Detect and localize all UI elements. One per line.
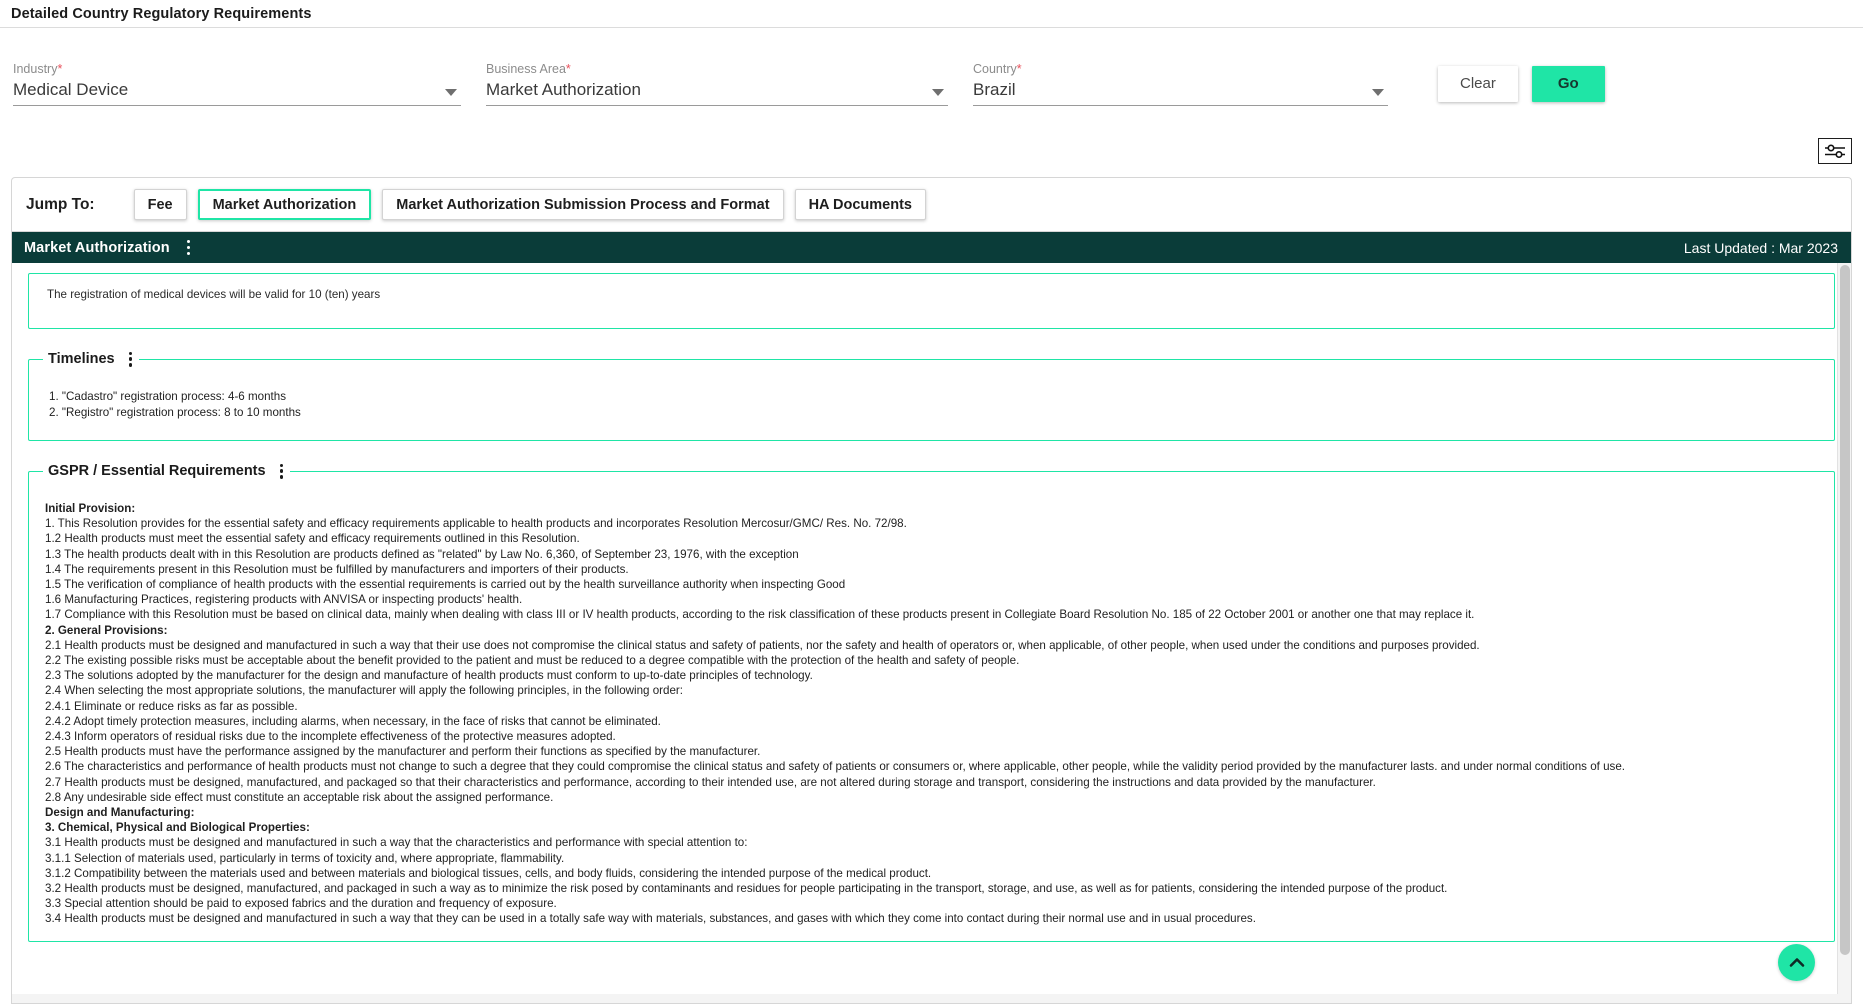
gspr-line: 3. Chemical, Physical and Biological Pro…	[43, 820, 1820, 835]
timeline-line: 2. "Registro" registration process: 8 to…	[47, 405, 1820, 421]
gspr-line: 2.4.2 Adopt timely protection measures, …	[43, 714, 1820, 729]
gspr-line: 2.4 When selecting the most appropriate …	[43, 683, 1820, 698]
gspr-line: 1. This Resolution provides for the esse…	[43, 516, 1820, 531]
gspr-line: 1.3 The health products dealt with in th…	[43, 547, 1820, 562]
jump-to-label: Jump To:	[26, 196, 95, 214]
industry-value: Medical Device	[13, 78, 461, 101]
country-value: Brazil	[973, 78, 1388, 101]
gspr-line: 2.2 The existing possible risks must be …	[43, 653, 1820, 668]
jump-tab-submission-process[interactable]: Market Authorization Submission Process …	[382, 189, 783, 220]
chevron-down-icon[interactable]	[932, 89, 944, 96]
card-title: Market Authorization	[24, 240, 170, 256]
jump-to-tabs: Fee Market Authorization Market Authoriz…	[134, 189, 937, 220]
gspr-line: 2.5 Health products must have the perfor…	[43, 744, 1820, 759]
chevron-down-icon[interactable]	[1372, 89, 1384, 96]
gspr-line: 2.7 Health products must be designed, ma…	[43, 775, 1820, 790]
gspr-line: 2. General Provisions:	[43, 623, 1820, 638]
gspr-body: Initial Provision:1. This Resolution pro…	[43, 489, 1820, 927]
required-asterisk: *	[57, 62, 62, 76]
last-updated-text: Last Updated : Mar 2023	[1684, 240, 1838, 256]
gspr-line: 3.1.2 Compatibility between the material…	[43, 866, 1820, 881]
timeline-line: 1. "Cadastro" registration process: 4-6 …	[47, 389, 1820, 405]
gspr-line: 1.4 The requirements present in this Res…	[43, 562, 1820, 577]
card-header: Market Authorization Last Updated : Mar …	[12, 232, 1851, 263]
app-root: Detailed Country Regulatory Requirements…	[0, 0, 1863, 1004]
required-asterisk: *	[1017, 62, 1022, 76]
filter-actions: Clear Go	[1438, 66, 1605, 102]
gspr-line: 1.7 Compliance with this Resolution must…	[43, 607, 1820, 622]
vertical-scrollbar[interactable]	[1837, 263, 1851, 1004]
gspr-line: 2.6 The characteristics and performance …	[43, 759, 1820, 774]
business-area-label: Business Area*	[486, 62, 948, 77]
gspr-line: 2.3 The solutions adopted by the manufac…	[43, 668, 1820, 683]
horizontal-scrollbar[interactable]	[12, 994, 1851, 1003]
business-area-select[interactable]: Business Area* Market Authorization	[486, 62, 948, 106]
card-header-left: Market Authorization	[24, 240, 190, 256]
section-validity: The registration of medical devices will…	[28, 273, 1835, 329]
jump-tab-fee[interactable]: Fee	[134, 189, 187, 220]
gspr-line: 3.1 Health products must be designed and…	[43, 835, 1820, 850]
sliders-filter-icon[interactable]	[1818, 138, 1852, 164]
industry-select[interactable]: Industry* Medical Device	[13, 62, 461, 106]
section-timelines-legend: Timelines	[43, 351, 139, 367]
required-asterisk: *	[566, 62, 571, 76]
section-timelines: Timelines 1. "Cadastro" registration pro…	[28, 351, 1835, 441]
gspr-line: 1.6 Manufacturing Practices, registering…	[43, 592, 1820, 607]
gspr-line: 3.1.1 Selection of materials used, parti…	[43, 851, 1820, 866]
section-gspr: GSPR / Essential Requirements Initial Pr…	[28, 463, 1835, 942]
kebab-menu-icon[interactable]	[280, 464, 283, 479]
section-timelines-title: Timelines	[48, 351, 115, 367]
chevron-down-icon[interactable]	[445, 89, 457, 96]
industry-label: Industry*	[13, 62, 461, 77]
gspr-line: Design and Manufacturing:	[43, 805, 1820, 820]
jump-tab-market-authorization[interactable]: Market Authorization	[198, 189, 372, 220]
gspr-line: 1.5 The verification of compliance of he…	[43, 577, 1820, 592]
scroll-to-top-button[interactable]	[1778, 944, 1815, 981]
country-select[interactable]: Country* Brazil	[973, 62, 1388, 106]
gspr-line: 3.4 Health products must be designed and…	[43, 911, 1820, 926]
kebab-menu-icon[interactable]	[129, 352, 132, 367]
vertical-scrollbar-thumb[interactable]	[1840, 265, 1850, 955]
card-body[interactable]: The registration of medical devices will…	[12, 263, 1851, 1004]
filter-row: Industry* Medical Device Business Area* …	[0, 28, 1863, 106]
title-bar: Detailed Country Regulatory Requirements	[0, 0, 1863, 28]
page-title: Detailed Country Regulatory Requirements	[11, 6, 312, 22]
timelines-body: 1. "Cadastro" registration process: 4-6 …	[43, 377, 1820, 426]
country-label: Country*	[973, 62, 1388, 77]
gspr-line: 3.3 Special attention should be paid to …	[43, 896, 1820, 911]
jump-to-panel: Jump To: Fee Market Authorization Market…	[11, 177, 1852, 231]
settings-wrap	[1818, 138, 1852, 164]
gspr-line: 2.1 Health products must be designed and…	[43, 638, 1820, 653]
go-button[interactable]: Go	[1532, 66, 1605, 102]
section-gspr-legend: GSPR / Essential Requirements	[43, 463, 290, 479]
gspr-line: Initial Provision:	[43, 501, 1820, 516]
gspr-line: 3.2 Health products must be designed, ma…	[43, 881, 1820, 896]
gspr-line: 2.8 Any undesirable side effect must con…	[43, 790, 1820, 805]
clear-button[interactable]: Clear	[1438, 66, 1518, 102]
business-area-value: Market Authorization	[486, 78, 948, 101]
gspr-line: 1.2 Health products must meet the essent…	[43, 531, 1820, 546]
gspr-line: 2.4.3 Inform operators of residual risks…	[43, 729, 1820, 744]
section-gspr-title: GSPR / Essential Requirements	[48, 463, 266, 479]
validity-text: The registration of medical devices will…	[43, 280, 1820, 304]
kebab-menu-icon[interactable]	[187, 240, 190, 255]
jump-tab-ha-documents[interactable]: HA Documents	[795, 189, 926, 220]
chevron-up-icon	[1787, 953, 1807, 973]
gspr-line: 2.4.1 Eliminate or reduce risks as far a…	[43, 699, 1820, 714]
content-card: Market Authorization Last Updated : Mar …	[11, 231, 1852, 1004]
